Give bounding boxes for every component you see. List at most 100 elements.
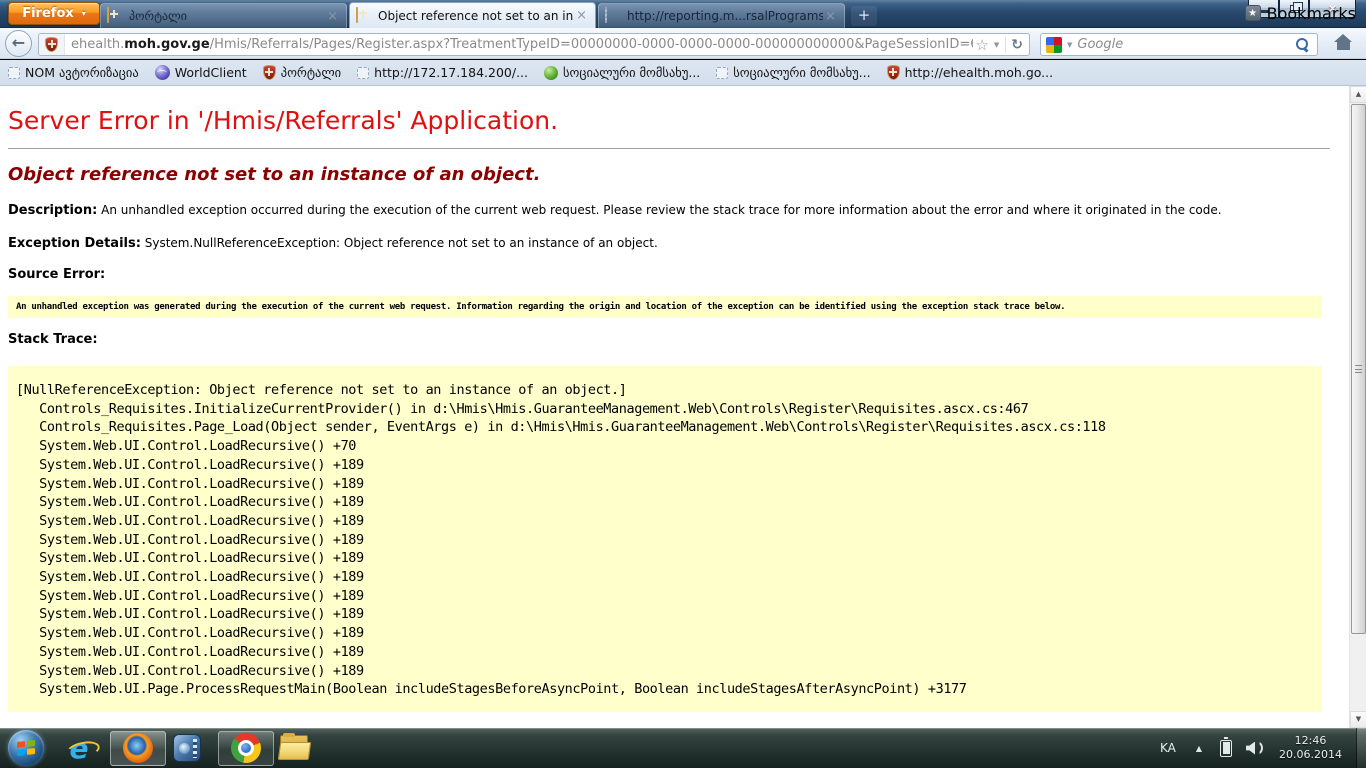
tab-title: http://reporting.m...rsalPrograms.aspx	[627, 9, 823, 23]
source-error-label: Source Error:	[8, 267, 1336, 282]
bookmark-item[interactable]: http://ehealth.moh.go...	[887, 65, 1054, 80]
tab-title: Object reference not set to an instanc..…	[378, 9, 574, 23]
home-button[interactable]	[1330, 34, 1356, 56]
home-icon	[1334, 34, 1352, 42]
error-subtitle: Object reference not set to an instance …	[8, 164, 1336, 185]
site-identity-chip[interactable]	[39, 34, 65, 55]
site-favicon-icon	[45, 37, 58, 52]
firefox-menu-button[interactable]: Firefox ▾	[8, 2, 100, 25]
media-player-taskbar-button[interactable]	[170, 731, 204, 765]
bookmark-label: პორტალი	[281, 65, 341, 80]
stack-trace-label: Stack Trace:	[8, 332, 1336, 347]
clock-date: 20.06.2014	[1279, 748, 1342, 762]
blank-icon	[605, 7, 607, 23]
tab-close-icon[interactable]: ×	[325, 10, 340, 23]
url-domain: moh.gov.ge	[124, 37, 209, 52]
tab-close-icon[interactable]: ×	[574, 9, 589, 22]
folder-icon	[279, 735, 311, 761]
tab-close-icon[interactable]: ×	[823, 10, 838, 23]
window-titlebar: Firefox▾ პორტალი×Object reference not se…	[0, 0, 1366, 28]
georgia-favicon-icon	[107, 8, 123, 24]
url-bar-icons: ☆ ▼ ↻	[973, 36, 1029, 54]
new-tab-button[interactable]: +	[851, 6, 877, 26]
search-engine-dropdown-icon[interactable]: ▼	[1067, 41, 1072, 49]
url-dropdown-icon[interactable]: ▼	[994, 41, 999, 49]
battery-icon[interactable]	[1220, 740, 1232, 757]
scroll-down-button[interactable]: ▼	[1350, 711, 1366, 728]
exception-details-text: System.NullReferenceException: Object re…	[145, 236, 658, 250]
chrome-icon	[231, 733, 261, 763]
search-input[interactable]: ▼ Google	[1040, 33, 1318, 56]
language-indicator[interactable]: KA	[1160, 741, 1176, 755]
georgia-favicon-icon	[356, 8, 372, 24]
bookmarks-menu-button[interactable]: ★ Bookmarks	[1245, 0, 1356, 26]
error-page: Server Error in '/Hmis/Referrals' Applic…	[0, 86, 1366, 728]
internet-explorer-icon: e	[70, 732, 89, 765]
media-player-icon	[173, 734, 201, 762]
blank-icon	[357, 67, 369, 79]
url-prefix: ehealth.	[71, 37, 124, 52]
url-bar[interactable]: ehealth.moh.gov.ge/Hmis/Referrals/Pages/…	[38, 33, 1030, 56]
bookmark-label: სოციალური მომსახუ...	[733, 65, 870, 80]
vertical-scrollbar[interactable]: ▲ ▼	[1349, 86, 1366, 728]
search-icon[interactable]	[1296, 38, 1310, 52]
source-error-box: An unhandled exception was generated dur…	[8, 296, 1322, 318]
bookmarks-menu-label: Bookmarks	[1267, 4, 1356, 23]
exception-details-line: Exception Details: System.NullReferenceE…	[8, 236, 1336, 251]
scrollbar-grip-icon	[1355, 365, 1362, 373]
tab[interactable]: პორტალი×	[100, 3, 347, 28]
tab-strip: პორტალი×Object reference not set to an i…	[100, 2, 877, 28]
reload-icon[interactable]: ↻	[1011, 37, 1023, 53]
bookmark-label: WorldClient	[175, 65, 247, 80]
url-text[interactable]: ehealth.moh.gov.ge/Hmis/Referrals/Pages/…	[65, 37, 973, 52]
bookmark-label: http://ehealth.moh.go...	[905, 65, 1054, 80]
google-search-engine-icon[interactable]	[1046, 37, 1062, 53]
bookmark-star-icon[interactable]: ☆	[975, 36, 988, 54]
description-text: An unhandled exception occurred during t…	[101, 203, 1221, 217]
show-desktop-button[interactable]	[1356, 728, 1366, 768]
system-tray: KA ▲ 12:46 20.06.2014	[1160, 728, 1366, 768]
description-line: Description: An unhandled exception occu…	[8, 203, 1336, 218]
bookmarks-star-icon: ★	[1245, 5, 1261, 21]
georgia-icon	[887, 65, 900, 80]
chrome-taskbar-button[interactable]	[218, 731, 274, 766]
explorer-taskbar-button[interactable]	[278, 731, 312, 765]
windows-logo-icon	[17, 740, 35, 756]
firefox-menu-label: Firefox	[22, 6, 74, 21]
volume-icon[interactable]	[1246, 741, 1263, 756]
description-label: Description:	[8, 203, 97, 218]
bookmark-item[interactable]: NOM ავტორიზაცია	[8, 65, 139, 80]
taskbar-apps: e	[0, 728, 326, 768]
georgia-icon	[263, 65, 276, 80]
bookmark-item[interactable]: პორტალი	[263, 65, 341, 80]
firefox-taskbar-button[interactable]	[110, 731, 166, 766]
bookmark-item[interactable]: http://172.17.184.200/...	[357, 65, 528, 80]
clock-time: 12:46	[1279, 734, 1342, 748]
bookmark-item[interactable]: სოციალური მომსახუ...	[544, 65, 700, 80]
clock[interactable]: 12:46 20.06.2014	[1279, 734, 1342, 762]
bookmark-item[interactable]: WorldClient	[155, 65, 247, 80]
internet-explorer-taskbar-button[interactable]: e	[62, 731, 96, 765]
page-title: Server Error in '/Hmis/Referrals' Applic…	[8, 106, 1336, 135]
georgia-icon	[356, 7, 358, 23]
scroll-up-button[interactable]: ▲	[1350, 86, 1366, 103]
taskbar: e KA ▲ 12:46 20.06.2014	[0, 728, 1366, 768]
bookmark-label: NOM ავტორიზაცია	[25, 65, 139, 80]
tab-title: პორტალი	[129, 9, 325, 23]
bookmark-label: http://172.17.184.200/...	[374, 65, 528, 80]
bookmark-item[interactable]: სოციალური მომსახუ...	[716, 65, 870, 80]
chevron-down-icon: ▾	[82, 9, 86, 18]
tab[interactable]: http://reporting.m...rsalPrograms.aspx×	[598, 3, 845, 28]
tab[interactable]: Object reference not set to an instanc..…	[349, 2, 596, 28]
search-placeholder: Google	[1077, 37, 1296, 52]
blank-favicon-icon	[605, 8, 621, 24]
back-arrow-icon: ←	[12, 33, 25, 52]
screen: Firefox▾ პორტალი×Object reference not se…	[0, 0, 1366, 768]
scrollbar-thumb[interactable]	[1351, 104, 1366, 634]
firefox-icon	[123, 733, 153, 763]
blank-icon	[8, 67, 20, 79]
start-button[interactable]	[8, 730, 44, 766]
bookmarks-toolbar: NOM ავტორიზაცია WorldClient პორტალი http://…	[0, 60, 1366, 86]
tray-expand-icon[interactable]: ▲	[1196, 744, 1202, 753]
back-button[interactable]: ←	[5, 30, 32, 57]
